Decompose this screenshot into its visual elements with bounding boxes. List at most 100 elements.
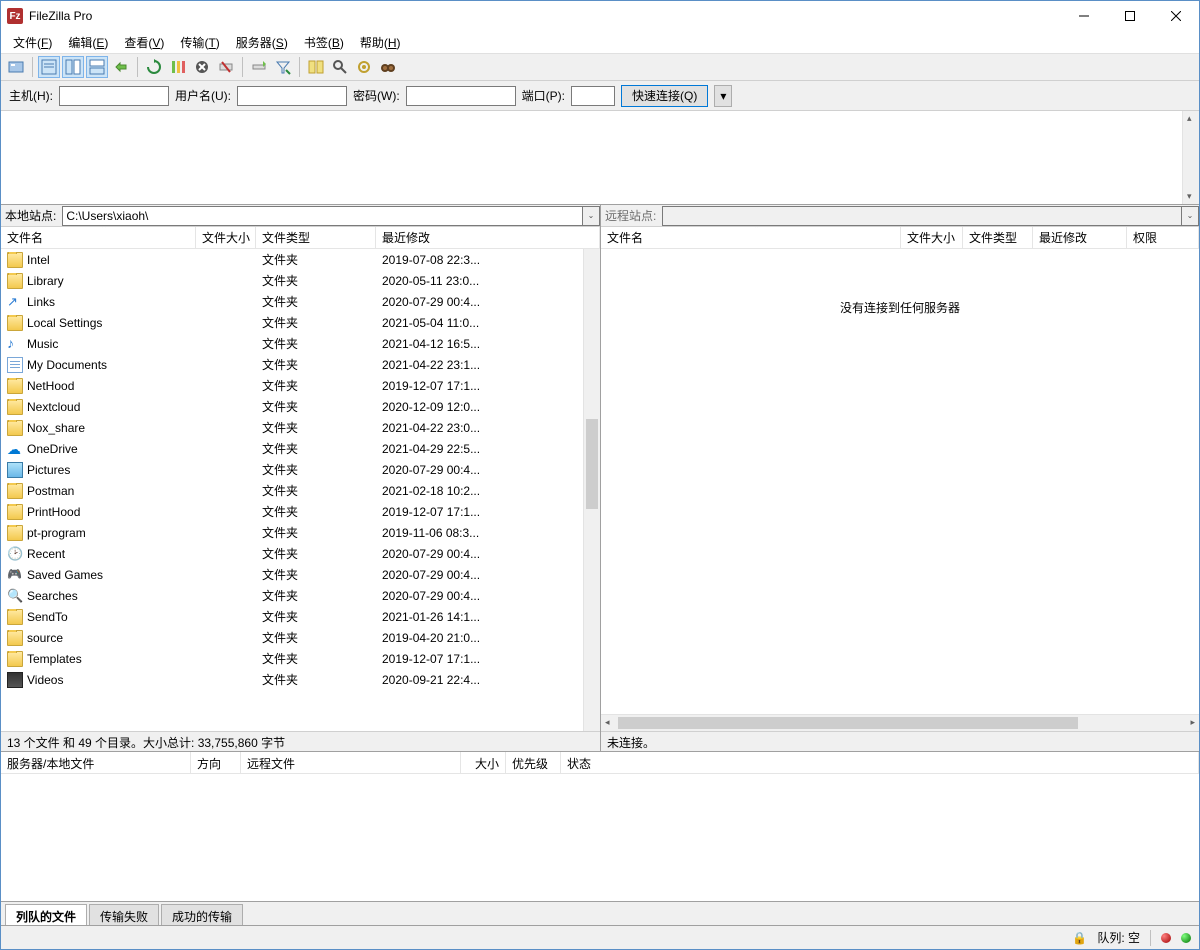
menu-view[interactable]: 查看(V) <box>116 32 172 53</box>
local-scrollbar-v[interactable] <box>583 249 600 731</box>
local-col-size[interactable]: 文件大小 <box>196 227 256 248</box>
refresh-icon[interactable] <box>143 56 165 78</box>
local-file-row[interactable]: Local Settings文件夹2021-05-04 11:0... <box>1 312 583 333</box>
queue-col-size[interactable]: 大小 <box>461 752 506 773</box>
filter-icon[interactable] <box>272 56 294 78</box>
quickconnect-button[interactable]: 快速连接(Q) <box>621 85 708 107</box>
queue-col-server[interactable]: 服务器/本地文件 <box>1 752 191 773</box>
user-input[interactable] <box>237 86 347 106</box>
site-manager-icon[interactable] <box>5 56 27 78</box>
remote-pane: 远程站点: ⌄ ⌃文件名 文件大小 文件类型 最近修改 权限 没有连接到任何服务… <box>601 205 1199 751</box>
quickconnect-dropdown[interactable]: ▾ <box>714 85 732 107</box>
host-input[interactable] <box>59 86 169 106</box>
remote-col-size[interactable]: 文件大小 <box>901 227 963 248</box>
queue-col-remote[interactable]: 远程文件 <box>241 752 461 773</box>
remote-col-name[interactable]: ⌃文件名 <box>601 227 901 248</box>
led-green-icon <box>1181 933 1191 943</box>
remote-scrollbar-h[interactable] <box>601 714 1199 731</box>
local-file-row[interactable]: My Documents文件夹2021-04-22 23:1... <box>1 354 583 375</box>
remote-file-list[interactable]: 没有连接到任何服务器 <box>601 249 1199 731</box>
local-file-row[interactable]: Intel文件夹2019-07-08 22:3... <box>1 249 583 270</box>
menu-file[interactable]: 文件(F) <box>5 32 60 53</box>
local-file-row[interactable]: pt-program文件夹2019-11-06 08:3... <box>1 522 583 543</box>
file-type: 文件夹 <box>256 419 376 436</box>
local-file-row[interactable]: SendTo文件夹2021-01-26 14:1... <box>1 606 583 627</box>
remote-col-perm[interactable]: 权限 <box>1127 227 1199 248</box>
local-file-row[interactable]: Postman文件夹2021-02-18 10:2... <box>1 480 583 501</box>
queue-col-prio[interactable]: 优先级 <box>506 752 561 773</box>
file-modified: 2021-04-22 23:0... <box>376 421 583 435</box>
log-scrollbar[interactable] <box>1182 111 1199 204</box>
menu-transfer[interactable]: 传输(T) <box>172 32 227 53</box>
local-file-row[interactable]: ♪Music文件夹2021-04-12 16:5... <box>1 333 583 354</box>
log-panel[interactable] <box>1 111 1199 205</box>
local-path-dropdown[interactable]: ⌄ <box>583 206 600 226</box>
local-file-list[interactable]: Intel文件夹2019-07-08 22:3...Library文件夹2020… <box>1 249 600 731</box>
local-col-type[interactable]: 文件类型 <box>256 227 376 248</box>
file-name: Links <box>27 295 55 309</box>
queue-col-status[interactable]: 状态 <box>561 752 1199 773</box>
file-type: 文件夹 <box>256 461 376 478</box>
title-bar: Fz FileZilla Pro <box>1 1 1199 31</box>
sync-browse-icon[interactable] <box>110 56 132 78</box>
local-file-row[interactable]: source文件夹2019-04-20 21:0... <box>1 627 583 648</box>
file-modified: 2020-12-09 12:0... <box>376 400 583 414</box>
remote-path-dropdown[interactable]: ⌄ <box>1182 206 1199 226</box>
local-file-row[interactable]: Templates文件夹2019-12-07 17:1... <box>1 648 583 669</box>
file-type: 文件夹 <box>256 566 376 583</box>
folder-icon <box>7 399 23 415</box>
tab-queued[interactable]: 列队的文件 <box>5 904 87 925</box>
local-file-row[interactable]: 🎮Saved Games文件夹2020-07-29 00:4... <box>1 564 583 585</box>
search-icon[interactable] <box>329 56 351 78</box>
local-file-row[interactable]: ↗Links文件夹2020-07-29 00:4... <box>1 291 583 312</box>
host-label: 主机(H): <box>9 87 53 104</box>
cancel-icon[interactable] <box>191 56 213 78</box>
menu-edit[interactable]: 编辑(E) <box>60 32 116 53</box>
pass-input[interactable] <box>406 86 516 106</box>
maximize-button[interactable] <box>1107 1 1153 31</box>
queue-col-dir[interactable]: 方向 <box>191 752 241 773</box>
local-file-row[interactable]: Videos文件夹2020-09-21 22:4... <box>1 669 583 690</box>
remote-col-modified[interactable]: 最近修改 <box>1033 227 1127 248</box>
local-file-row[interactable]: 🔍Searches文件夹2020-07-29 00:4... <box>1 585 583 606</box>
local-file-row[interactable]: Pictures文件夹2020-07-29 00:4... <box>1 459 583 480</box>
local-file-row[interactable]: PrintHood文件夹2019-12-07 17:1... <box>1 501 583 522</box>
tab-failed[interactable]: 传输失败 <box>89 904 159 925</box>
pass-label: 密码(W): <box>353 87 400 104</box>
remote-site-bar: 远程站点: ⌄ <box>601 205 1199 227</box>
close-button[interactable] <box>1153 1 1199 31</box>
local-file-row[interactable]: Nextcloud文件夹2020-12-09 12:0... <box>1 396 583 417</box>
process-queue-icon[interactable] <box>167 56 189 78</box>
local-col-name[interactable]: ⌃文件名 <box>1 227 196 248</box>
disconnect-icon[interactable] <box>215 56 237 78</box>
local-file-row[interactable]: NetHood文件夹2019-12-07 17:1... <box>1 375 583 396</box>
tab-success[interactable]: 成功的传输 <box>161 904 243 925</box>
reconnect-icon[interactable] <box>248 56 270 78</box>
toggle-tree-icon[interactable] <box>62 56 84 78</box>
local-file-row[interactable]: ☁OneDrive文件夹2021-04-29 22:5... <box>1 438 583 459</box>
menu-server[interactable]: 服务器(S) <box>228 32 296 53</box>
local-file-row[interactable]: Nox_share文件夹2021-04-22 23:0... <box>1 417 583 438</box>
toggle-log-icon[interactable] <box>38 56 60 78</box>
file-name: Music <box>27 337 58 351</box>
file-type: 文件夹 <box>256 356 376 373</box>
local-path-input[interactable] <box>62 206 583 226</box>
remote-col-type[interactable]: 文件类型 <box>963 227 1033 248</box>
music-icon: ♪ <box>7 336 23 352</box>
local-file-row[interactable]: 🕑Recent文件夹2020-07-29 00:4... <box>1 543 583 564</box>
compare-icon[interactable] <box>305 56 327 78</box>
menu-help[interactable]: 帮助(H) <box>352 32 409 53</box>
folder-icon <box>7 420 23 436</box>
settings-icon[interactable] <box>353 56 375 78</box>
local-col-modified[interactable]: 最近修改 <box>376 227 600 248</box>
remote-path-input[interactable] <box>662 206 1182 226</box>
binoculars-icon[interactable] <box>377 56 399 78</box>
minimize-button[interactable] <box>1061 1 1107 31</box>
port-input[interactable] <box>571 86 615 106</box>
queue-body[interactable] <box>1 774 1199 901</box>
queue-status: 队列: 空 <box>1097 929 1140 946</box>
toggle-queue-icon[interactable] <box>86 56 108 78</box>
menu-bookmarks[interactable]: 书签(B) <box>296 32 352 53</box>
file-modified: 2019-12-07 17:1... <box>376 652 583 666</box>
local-file-row[interactable]: Library文件夹2020-05-11 23:0... <box>1 270 583 291</box>
